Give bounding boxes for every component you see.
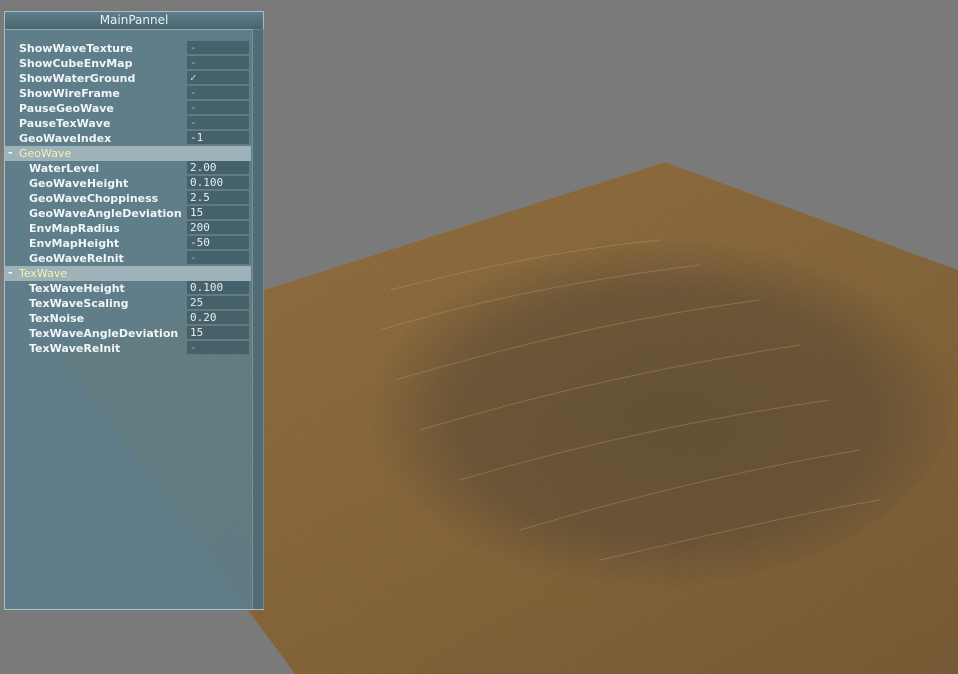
setting-label: GeoWaveIndex [19,132,112,145]
setting-label: GeoWaveHeight [29,177,129,190]
input-env-map-height[interactable]: -50 [187,236,249,250]
group-label: TexWave [19,267,68,280]
panel-title[interactable]: MainPannel [5,12,263,30]
group-label: GeoWave [19,147,72,160]
setting-label: ShowWaterGround [19,72,136,85]
setting-row-env-map-height: EnvMapHeight -50 [5,236,251,251]
checkbox-show-water-ground[interactable]: ✓ [187,71,249,85]
input-tex-noise[interactable]: 0.20 [187,311,249,325]
toggle-pause-tex-wave[interactable]: - [187,116,249,130]
button-geo-wave-reinit[interactable]: - [187,251,249,265]
main-panel: MainPannel ShowWaveTexture - ShowCubeEnv… [4,11,264,610]
group-header-geowave[interactable]: - GeoWave [5,146,251,161]
input-env-map-radius[interactable]: 200 [187,221,249,235]
setting-label: ShowCubeEnvMap [19,57,133,70]
toggle-pause-geo-wave[interactable]: - [187,101,249,115]
input-geo-wave-height[interactable]: 0.100 [187,176,249,190]
setting-row-tex-wave-height: TexWaveHeight 0.100 [5,281,251,296]
setting-row-tex-wave-reinit: TexWaveReInit - [5,341,251,356]
input-geo-wave-index[interactable]: -1 [187,131,249,145]
setting-row-geo-wave-reinit: GeoWaveReInit - [5,251,251,266]
setting-row-pause-geo-wave: PauseGeoWave - [5,101,251,116]
setting-label: PauseGeoWave [19,102,114,115]
setting-row-env-map-radius: EnvMapRadius 200 [5,221,251,236]
setting-row-show-wire-frame: ShowWireFrame - [5,86,251,101]
panel-scrollbar[interactable] [252,29,264,609]
setting-row-tex-wave-angle-deviation: TexWaveAngleDeviation 15 [5,326,251,341]
setting-label: ShowWireFrame [19,87,120,100]
setting-row-water-level: WaterLevel 2.00 [5,161,251,176]
settings-list: ShowWaveTexture - ShowCubeEnvMap - ShowW… [5,41,251,356]
setting-label: EnvMapHeight [29,237,120,250]
input-tex-wave-angle-deviation[interactable]: 15 [187,326,249,340]
toggle-show-wave-texture[interactable]: - [187,41,249,55]
setting-row-show-cube-env-map: ShowCubeEnvMap - [5,56,251,71]
setting-row-geo-wave-angle-deviation: GeoWaveAngleDeviation 15 [5,206,251,221]
collapse-icon[interactable]: - [8,146,13,160]
input-tex-wave-height[interactable]: 0.100 [187,281,249,295]
setting-row-geo-wave-index: GeoWaveIndex -1 [5,131,251,146]
setting-row-show-wave-texture: ShowWaveTexture - [5,41,251,56]
setting-label: TexWaveAngleDeviation [29,327,179,340]
setting-row-geo-wave-choppiness: GeoWaveChoppiness 2.5 [5,191,251,206]
setting-label: TexWaveReInit [29,342,121,355]
setting-row-show-water-ground: ShowWaterGround ✓ [5,71,251,86]
setting-label: WaterLevel [29,162,100,175]
setting-row-geo-wave-height: GeoWaveHeight 0.100 [5,176,251,191]
input-geo-wave-choppiness[interactable]: 2.5 [187,191,249,205]
toggle-show-cube-env-map[interactable]: - [187,56,249,70]
setting-label: GeoWaveAngleDeviation [29,207,182,220]
setting-label: TexNoise [29,312,85,325]
input-water-level[interactable]: 2.00 [187,161,249,175]
group-header-texwave[interactable]: - TexWave [5,266,251,281]
input-geo-wave-angle-deviation[interactable]: 15 [187,206,249,220]
setting-row-tex-wave-scaling: TexWaveScaling 25 [5,296,251,311]
toggle-show-wire-frame[interactable]: - [187,86,249,100]
button-tex-wave-reinit[interactable]: - [187,341,249,355]
setting-label: ShowWaveTexture [19,42,133,55]
water-area [295,200,955,590]
setting-label: EnvMapRadius [29,222,120,235]
setting-label: PauseTexWave [19,117,111,130]
setting-label: TexWaveHeight [29,282,125,295]
setting-row-tex-noise: TexNoise 0.20 [5,311,251,326]
input-tex-wave-scaling[interactable]: 25 [187,296,249,310]
setting-label: TexWaveScaling [29,297,129,310]
setting-row-pause-tex-wave: PauseTexWave - [5,116,251,131]
setting-label: GeoWaveReInit [29,252,124,265]
collapse-icon[interactable]: - [8,266,13,280]
setting-label: GeoWaveChoppiness [29,192,159,205]
